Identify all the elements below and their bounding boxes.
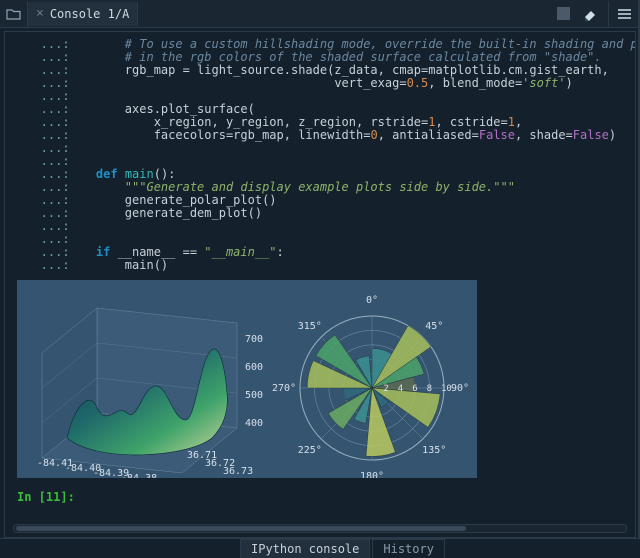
console-tab[interactable]: × Console 1/A [28, 2, 138, 26]
svg-text:500: 500 [245, 390, 263, 401]
svg-text:400: 400 [245, 418, 263, 429]
stop-button[interactable] [557, 7, 570, 20]
code-output: ...: # To use a custom hillshading mode,… [11, 38, 629, 272]
browse-folder-button[interactable] [0, 1, 28, 27]
svg-text:-84.38: -84.38 [121, 473, 157, 478]
svg-text:225°: 225° [298, 445, 322, 456]
tab-bar: × Console 1/A [0, 0, 640, 28]
clear-button[interactable] [580, 7, 598, 21]
svg-text:600: 600 [245, 362, 263, 373]
options-menu-button[interactable] [608, 1, 632, 27]
svg-text:270°: 270° [272, 383, 296, 394]
tab-history[interactable]: History [372, 539, 445, 558]
svg-text:4: 4 [398, 384, 403, 394]
svg-text:45°: 45° [425, 321, 443, 332]
panel-tabs: IPython console History [0, 538, 640, 558]
svg-text:2: 2 [383, 384, 388, 394]
svg-text:315°: 315° [298, 321, 322, 332]
scrollbar-thumb[interactable] [16, 526, 466, 531]
svg-text:6: 6 [412, 384, 417, 394]
svg-text:36.73: 36.73 [223, 466, 253, 477]
inline-plot: 40050060070036.7136.7236.73-84.41-84.40-… [17, 280, 477, 478]
close-tab-icon[interactable]: × [36, 7, 44, 20]
tab-title: Console 1/A [50, 7, 129, 21]
svg-text:180°: 180° [360, 471, 384, 478]
tab-ipython-console[interactable]: IPython console [240, 539, 370, 558]
svg-text:700: 700 [245, 334, 263, 345]
horizontal-scrollbar[interactable] [13, 524, 627, 533]
console-output-area[interactable]: ...: # To use a custom hillshading mode,… [4, 31, 636, 538]
svg-text:0°: 0° [366, 295, 378, 306]
prompt-label: In [11]: [17, 490, 75, 504]
svg-text:90°: 90° [451, 383, 469, 394]
input-prompt[interactable]: In [11]: [11, 490, 629, 504]
svg-text:8: 8 [427, 384, 432, 394]
svg-text:135°: 135° [422, 445, 446, 456]
